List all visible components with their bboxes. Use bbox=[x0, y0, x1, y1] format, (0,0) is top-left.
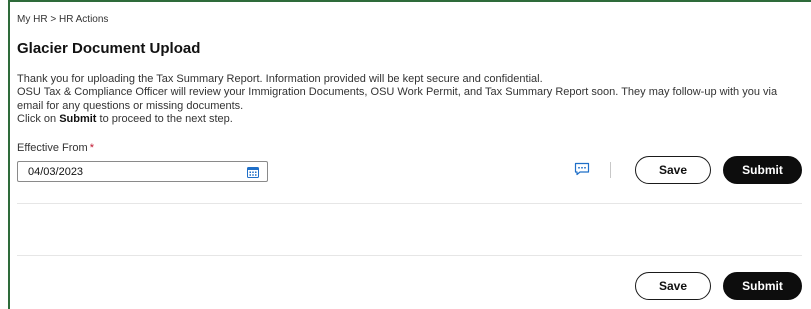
description-line-3-prefix: Click on bbox=[17, 113, 60, 126]
page-frame-left-border bbox=[8, 0, 10, 309]
description-line-3: Click on Submit to proceed to the next s… bbox=[17, 113, 802, 126]
description-submit-keyword: Submit bbox=[59, 113, 97, 126]
description-line-1: Thank you for uploading the Tax Summary … bbox=[17, 73, 543, 85]
page-description: Thank you for uploading the Tax Summary … bbox=[17, 73, 802, 127]
description-line-2: OSU Tax & Compliance Officer will review… bbox=[17, 86, 778, 112]
save-button-bottom[interactable]: Save bbox=[635, 272, 711, 300]
effective-from-label-text: Effective From bbox=[17, 142, 88, 154]
section-divider-bottom bbox=[17, 255, 802, 256]
page-title: Glacier Document Upload bbox=[17, 40, 201, 57]
comment-icon[interactable] bbox=[574, 162, 590, 176]
toolbar-divider bbox=[610, 162, 611, 178]
save-button-top[interactable]: Save bbox=[635, 156, 711, 184]
effective-from-date-value[interactable]: 04/03/2023 bbox=[28, 166, 83, 178]
breadcrumb: My HR > HR Actions bbox=[17, 14, 108, 25]
section-divider-top bbox=[17, 203, 802, 204]
breadcrumb-separator: > bbox=[50, 14, 57, 25]
breadcrumb-hr-actions[interactable]: HR Actions bbox=[59, 14, 108, 25]
effective-from-label: Effective From * bbox=[17, 142, 94, 154]
breadcrumb-my-hr[interactable]: My HR bbox=[17, 14, 48, 25]
page-frame-top-border bbox=[8, 0, 811, 2]
submit-button-top[interactable]: Submit bbox=[723, 156, 802, 184]
submit-button-bottom[interactable]: Submit bbox=[723, 272, 802, 300]
description-line-3-suffix: to proceed to the next step. bbox=[96, 113, 233, 126]
required-asterisk: * bbox=[89, 142, 94, 154]
effective-from-date-input[interactable]: 04/03/2023 bbox=[17, 161, 268, 182]
calendar-icon[interactable] bbox=[247, 166, 259, 178]
